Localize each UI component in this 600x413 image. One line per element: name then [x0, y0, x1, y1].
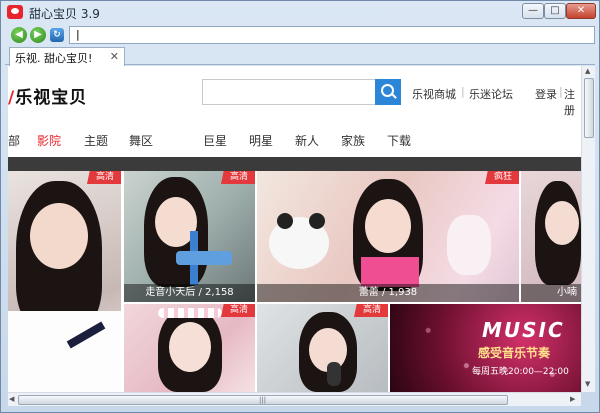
stream-thumbnail[interactable]: 疯狂 蕾蕾 / 1,938 [257, 171, 519, 302]
close-button[interactable]: ✕ [566, 3, 596, 19]
login-link[interactable]: 登录 [535, 86, 557, 102]
scroll-right-icon[interactable]: ▶ [570, 395, 575, 403]
promo-subtitle: 感受音乐节奏 [478, 346, 551, 360]
hd-badge: 高清 [220, 171, 255, 184]
category-newcomer[interactable]: 新人 [295, 132, 319, 149]
stream-thumbnail[interactable]: 高清 [257, 304, 388, 392]
scroll-up-icon[interactable]: ▲ [585, 67, 590, 75]
scroll-grip-icon: ||| [259, 396, 267, 404]
category-superstar[interactable]: 巨星 [203, 132, 227, 149]
category-dance[interactable]: 舞区 [129, 132, 153, 149]
vertical-scroll-thumb[interactable] [584, 78, 594, 138]
maximize-button[interactable]: □ [544, 3, 566, 19]
scroll-left-icon[interactable]: ◀ [9, 395, 14, 403]
link-shop[interactable]: 乐视商城 [412, 86, 456, 102]
app-window: 甜心宝贝 3.9 — □ ✕ ◀ ▶ ↻ | 乐视. 甜心宝贝! ✕ /乐视宝贝… [0, 0, 600, 413]
section-divider [8, 157, 581, 171]
tab-strip: 乐视. 甜心宝贝! ✕ [5, 46, 595, 66]
forward-arrow-icon[interactable]: ▶ [30, 27, 46, 43]
stream-thumbnail[interactable]: 高清 [124, 304, 255, 392]
category-theme[interactable]: 主题 [84, 132, 108, 149]
refresh-icon[interactable]: ↻ [50, 28, 64, 42]
category-nav: 部 影院 主题 舞区 巨星 明星 新人 家族 下载 [8, 128, 581, 156]
stream-thumbnail[interactable]: 小喃 [521, 171, 581, 302]
hd-badge: 高清 [220, 304, 255, 317]
link-forum[interactable]: 乐迷论坛 [469, 86, 513, 102]
category-cut-item[interactable]: 部 [8, 132, 20, 149]
promo-schedule: 每周五晚20:00—22:00 [472, 367, 569, 377]
web-content: /乐视宝贝 乐视商城 | 乐迷论坛 登录 | 注册 部 影院 主题 舞区 巨星 … [8, 66, 581, 392]
title-bar: 甜心宝贝 3.9 — □ ✕ [1, 1, 599, 23]
header-separator: | [461, 85, 465, 98]
window-title: 甜心宝贝 3.9 [29, 7, 100, 21]
stream-caption: 蕾蕾 / 1,938 [257, 284, 519, 302]
logo-text: 乐视宝贝 [15, 88, 88, 108]
search-icon[interactable] [375, 79, 401, 105]
vertical-scrollbar[interactable]: ▲ ▼ [581, 66, 595, 392]
category-download[interactable]: 下载 [387, 132, 411, 149]
navigation-bar: ◀ ▶ ↻ | [5, 25, 595, 45]
site-logo[interactable]: /乐视宝贝 [8, 83, 87, 108]
hd-badge: 高清 [353, 304, 388, 317]
header-separator: | [559, 85, 563, 98]
category-cinema[interactable]: 影院 [37, 132, 61, 149]
crazy-badge: 疯狂 [484, 171, 519, 184]
music-festival-banner[interactable]: MUSIC 感受音乐节奏 每周五晚20:00—22:00 [390, 304, 581, 392]
minimize-button[interactable]: — [522, 3, 544, 19]
back-arrow-icon[interactable]: ◀ [11, 27, 27, 43]
register-link[interactable]: 注册 [564, 86, 581, 118]
stream-thumbnail[interactable]: 高清 走音小天后 / 2,158 [124, 171, 255, 302]
tab-label: 乐视. 甜心宝贝! [15, 52, 93, 65]
stream-thumbnail[interactable]: 高清 [8, 171, 121, 392]
search-input[interactable] [202, 79, 376, 105]
stream-caption: 走音小天后 / 2,158 [124, 284, 255, 302]
horizontal-scrollbar[interactable]: ◀ ||| ▶ [8, 392, 581, 406]
stream-caption: 小喃 [521, 284, 581, 302]
scroll-down-icon[interactable]: ▼ [585, 380, 590, 388]
tab-close-icon[interactable]: ✕ [110, 50, 119, 63]
app-logo-icon [7, 5, 23, 19]
category-family[interactable]: 家族 [341, 132, 365, 149]
horizontal-scroll-thumb[interactable]: ||| [18, 395, 508, 405]
promo-title: MUSIC [482, 318, 565, 342]
tab-sweetheart[interactable]: 乐视. 甜心宝贝! ✕ [9, 47, 125, 66]
hd-badge: 高清 [86, 171, 121, 184]
category-star[interactable]: 明星 [249, 132, 273, 149]
address-input[interactable]: | [69, 26, 595, 44]
